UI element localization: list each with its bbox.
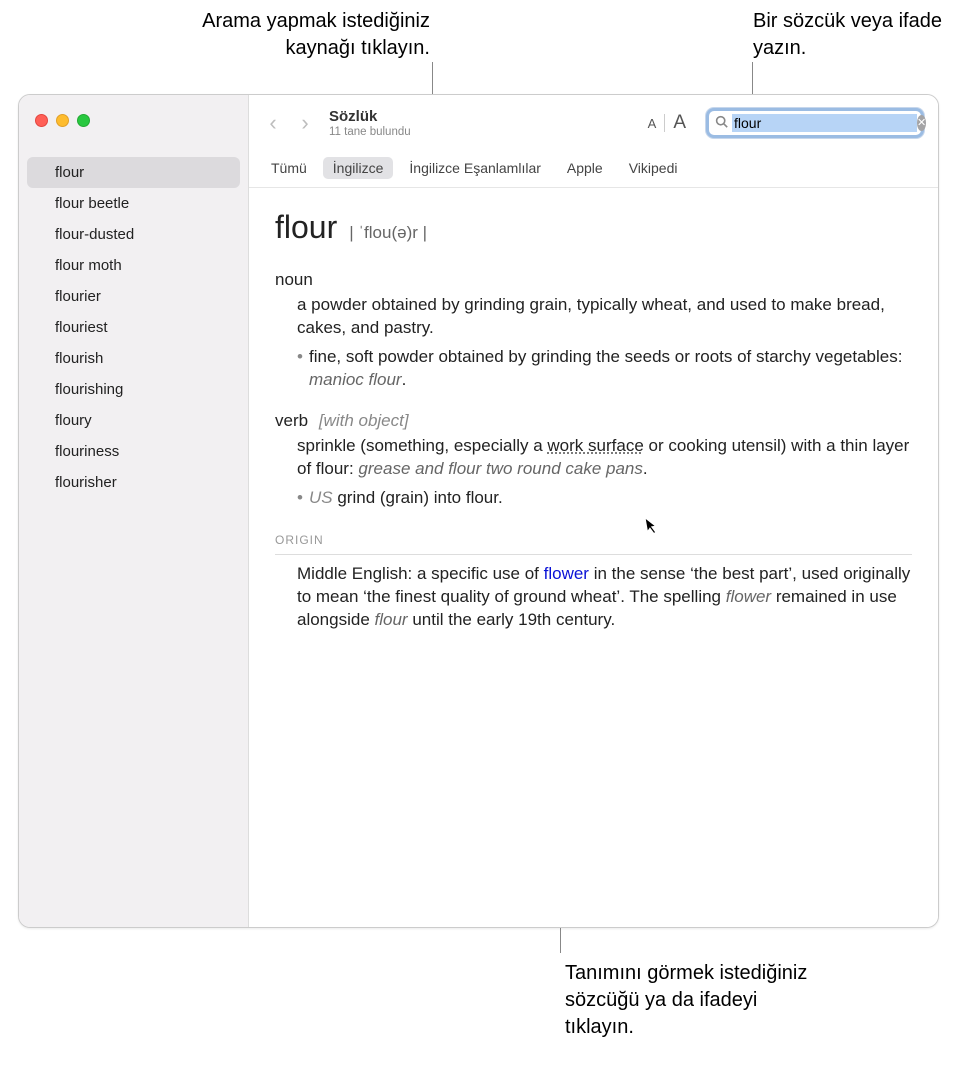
search-field[interactable]: ✕ [706, 108, 924, 138]
sidebar-item[interactable]: flourisher [19, 467, 248, 498]
forward-button[interactable]: › [291, 109, 319, 137]
sidebar-item[interactable]: floury [19, 405, 248, 436]
origin-text: Middle English: a specific use of flower… [275, 563, 912, 632]
verb-definition: sprinkle (something, especially a work s… [297, 435, 912, 481]
sidebar-item[interactable]: flour beetle [19, 188, 248, 219]
callout-definition: Tanımını görmek istediğiniz sözcüğü ya d… [565, 960, 825, 1041]
chevron-right-icon: › [301, 112, 308, 134]
sidebar-item[interactable]: flourier [19, 281, 248, 312]
noun-subsense: fine, soft powder obtained by grinding t… [297, 346, 912, 392]
window-title: Sözlük [329, 108, 411, 125]
sidebar-item[interactable]: flouriest [19, 312, 248, 343]
etymology-link-flower[interactable]: flower [544, 564, 589, 583]
dictionary-window: flour flour beetle flour-dusted flour mo… [18, 94, 939, 928]
verb-annotation: [with object] [319, 411, 409, 430]
title-block: Sözlük 11 tane bulundu [329, 108, 411, 138]
origin-heading: ORIGIN [275, 532, 912, 555]
toolbar: ‹ › Sözlük 11 tane bulundu A A ✕ [249, 95, 938, 151]
clear-search-button[interactable]: ✕ [917, 115, 926, 131]
noun-definition: a powder obtained by grinding grain, typ… [297, 294, 912, 340]
increase-font-button[interactable]: A [667, 108, 692, 138]
font-size-control: A A [642, 108, 692, 138]
search-input[interactable] [732, 114, 917, 132]
sidebar-item[interactable]: flour [27, 157, 240, 188]
tab-apple[interactable]: Apple [557, 157, 613, 179]
sidebar-item[interactable]: flourish [19, 343, 248, 374]
sidebar-item[interactable]: flour-dusted [19, 219, 248, 250]
source-tabs: Tümü İngilizce İngilizce Eşanlamlılar Ap… [249, 151, 938, 188]
definition-content: flour | ˈflou(ə)r | noun a powder obtain… [249, 188, 938, 652]
pos-noun: noun [275, 269, 912, 292]
sidebar-item[interactable]: flourishing [19, 374, 248, 405]
example-text: grease and flour two round cake pans [358, 459, 642, 478]
minimize-window-button[interactable] [56, 114, 69, 127]
region-label: US [309, 488, 333, 507]
search-icon [715, 115, 728, 131]
sidebar: flour flour beetle flour-dusted flour mo… [19, 95, 249, 927]
callout-search: Bir sözcük veya ifade yazın. [753, 8, 963, 62]
close-icon: ✕ [917, 118, 926, 129]
chevron-left-icon: ‹ [269, 112, 276, 134]
result-count: 11 tane bulundu [329, 126, 411, 138]
tab-english[interactable]: İngilizce [323, 157, 394, 179]
tab-all[interactable]: Tümü [261, 157, 317, 179]
sidebar-item[interactable]: flour moth [19, 250, 248, 281]
tab-wikipedia[interactable]: Vikipedi [619, 157, 688, 179]
close-window-button[interactable] [35, 114, 48, 127]
pos-verb: verb [with object] [275, 410, 912, 433]
example-text: manioc flour [309, 370, 402, 389]
main-pane: ‹ › Sözlük 11 tane bulundu A A ✕ [249, 95, 938, 927]
separator [664, 114, 665, 132]
verb-subsense: US grind (grain) into flour. [297, 487, 912, 510]
sidebar-item[interactable]: flouriness [19, 436, 248, 467]
decrease-font-button[interactable]: A [642, 112, 663, 135]
headword: flour [275, 206, 337, 249]
callout-source: Arama yapmak istediğiniz kaynağı tıklayı… [170, 8, 430, 62]
tab-thesaurus[interactable]: İngilizce Eşanlamlılar [399, 157, 551, 179]
window-controls [19, 95, 248, 139]
zoom-window-button[interactable] [77, 114, 90, 127]
results-list: flour flour beetle flour-dusted flour mo… [19, 139, 248, 498]
pronunciation: | ˈflou(ə)r | [349, 222, 427, 245]
back-button[interactable]: ‹ [259, 109, 287, 137]
lookup-link-work-surface[interactable]: work surface [547, 436, 643, 455]
